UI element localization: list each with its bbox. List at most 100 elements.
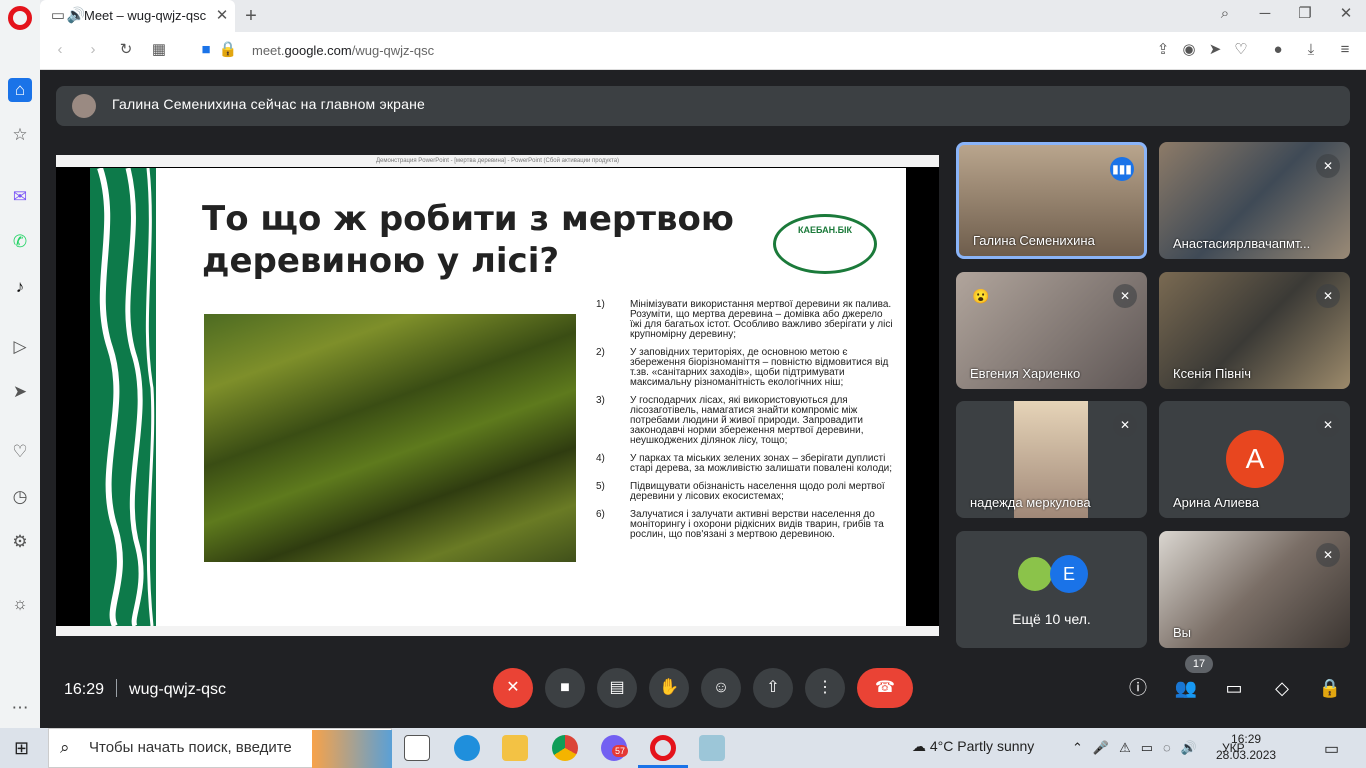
more-participants-tile[interactable]: Е Ещё 10 чел. (956, 531, 1147, 648)
host-controls-button[interactable]: 🔒 (1316, 674, 1344, 702)
more-participants-label: Ещё 10 чел. (1012, 611, 1091, 627)
list-item: 2) У заповідних територіях, де основною м… (596, 348, 896, 388)
mic-toggle-button[interactable]: ✕ (493, 668, 533, 708)
flow-send-icon[interactable]: ➤ (1205, 40, 1225, 60)
close-window-icon[interactable]: ✕ (1336, 4, 1356, 24)
minimize-icon[interactable]: ─ (1255, 4, 1275, 24)
back-icon[interactable]: ‹ (50, 40, 70, 60)
opera-taskbar-icon[interactable] (650, 735, 676, 761)
self-view-tile[interactable]: ✕ Вы (1159, 531, 1350, 648)
list-number: 6) (596, 509, 605, 520)
lock-icon[interactable]: 🔒 (218, 40, 238, 60)
bookmark-heart-icon[interactable]: ♡ (1231, 40, 1251, 60)
windows-start-icon[interactable]: ⊞ (14, 738, 29, 759)
url-prefix: meet. (252, 43, 285, 58)
star-icon[interactable]: ☆ (8, 123, 32, 147)
people-button[interactable]: 👥 (1172, 674, 1200, 702)
participant-name: Ксенія Північ (1173, 366, 1251, 381)
snapshot-icon[interactable]: ◉ (1179, 40, 1199, 60)
list-number: 1) (596, 299, 605, 310)
meeting-details-button[interactable]: ⓘ (1124, 674, 1152, 702)
home-icon[interactable]: ⌂ (8, 78, 32, 102)
participant-tile[interactable]: А ✕ Арина Алиева (1159, 401, 1350, 518)
profile-icon[interactable]: ● (1268, 40, 1288, 60)
task-view-icon[interactable] (404, 735, 430, 761)
edge-icon[interactable] (454, 735, 480, 761)
restore-icon[interactable]: ❐ (1295, 4, 1315, 24)
participant-tile[interactable]: ✕ Анастасияpлвачапмт... (1159, 142, 1350, 259)
camera-icon: ■ (560, 679, 570, 696)
search-highlight-image (312, 730, 392, 768)
heart-icon[interactable]: ♡ (8, 440, 32, 464)
app-taskbar-icon[interactable] (699, 735, 725, 761)
camera-toggle-button[interactable]: ■ (545, 668, 585, 708)
tabs-grid-icon[interactable]: ▦ (149, 40, 169, 60)
participant-name: надежда меркулова (970, 495, 1091, 510)
tray-icons[interactable]: ⌃🎤⚠▭◌🔊 (1072, 740, 1207, 756)
list-item: 4) У парках та міських зелених зонах – зб… (596, 454, 896, 474)
reload-icon[interactable]: ↻ (116, 40, 136, 60)
raise-hand-button[interactable]: ✋ (649, 668, 689, 708)
participant-tile[interactable]: ▮▮▮ Галина Семенихина (956, 142, 1147, 259)
list-text: У заповідних територіях, де основною мет… (630, 347, 889, 388)
participant-tile[interactable]: ✕ Ксенія Північ (1159, 272, 1350, 389)
people-count-badge: 17 (1185, 655, 1213, 673)
history-icon[interactable]: ◷ (8, 485, 32, 509)
search-placeholder: Чтобы начать поиск, введите (89, 739, 292, 756)
notification-icon[interactable]: ▭ (1324, 739, 1339, 759)
list-text: У парках та міських зелених зонах – збер… (630, 453, 893, 474)
more-icon[interactable]: ⋯ (8, 696, 32, 720)
new-tab-icon[interactable]: + (241, 6, 261, 26)
forward-icon[interactable]: › (83, 40, 103, 60)
meeting-code: wug-qwjz-qsc (129, 681, 226, 698)
whatsapp-icon[interactable]: ✆ (8, 230, 32, 254)
slide-decoration (90, 168, 156, 626)
url-domain: google.com (284, 43, 352, 58)
weather-widget[interactable]: ☁ 4°C Partly sunny (912, 738, 1034, 755)
list-number: 2) (596, 347, 605, 358)
camera-indicator-icon[interactable]: ■ (196, 40, 216, 60)
participant-tile[interactable]: 😮 ✕ Евгения Хариенко (956, 272, 1147, 389)
url-path: /wug-qwjz-qsc (351, 43, 435, 58)
download-icon[interactable]: ⤓ (1301, 40, 1321, 60)
taskbar-clock[interactable]: 16:29 28.03.2023 (1216, 731, 1276, 763)
search-icon[interactable]: ⌕ (1215, 4, 1235, 24)
close-tab-icon[interactable]: ✕ (212, 6, 232, 26)
file-explorer-icon[interactable] (502, 735, 528, 761)
messenger-icon[interactable]: ✉ (8, 185, 32, 209)
participant-avatar: А (1226, 430, 1284, 488)
present-button[interactable]: ⇧ (753, 668, 793, 708)
player-icon[interactable]: ▷ (8, 335, 32, 359)
clock-time: 16:29 (1231, 732, 1262, 746)
opera-logo-icon[interactable] (8, 6, 32, 30)
captions-icon: ▤ (609, 679, 625, 696)
list-item: 1) Мінімізувати використання мертвої дере… (596, 300, 896, 340)
easy-setup-icon[interactable]: ≡ (1335, 40, 1355, 60)
tab-bar (40, 0, 1366, 32)
lightbulb-icon[interactable]: ☼ (8, 592, 32, 616)
tiktok-icon[interactable]: ♪ (8, 275, 32, 299)
settings-icon[interactable]: ⚙ (8, 530, 32, 554)
participant-name: Вы (1173, 625, 1192, 640)
captions-button[interactable]: ▤ (597, 668, 637, 708)
leave-call-button[interactable]: ☎ (857, 668, 913, 708)
send-icon[interactable]: ➤ (8, 380, 32, 404)
chat-button[interactable]: ▭ (1220, 674, 1248, 702)
share-icon[interactable]: ⇪ (1153, 40, 1173, 60)
weather-text: 4°C Partly sunny (929, 738, 1035, 754)
hangup-icon: ☎ (875, 679, 895, 696)
more-options-button[interactable]: ⋮ (805, 668, 845, 708)
url-text[interactable]: meet.google.com/wug-qwjz-qsc (252, 43, 434, 58)
hand-icon: ✋ (659, 679, 679, 696)
participant-name: Евгения Хариенко (970, 366, 1081, 381)
list-text: Мінімізувати використання мертвої дереви… (630, 299, 893, 340)
participant-tile[interactable]: ✕ надежда меркулова (956, 401, 1147, 518)
tab-title: Meet – wug-qwjz-qsc (84, 8, 207, 23)
ppt-window-title: Демонстрация PowerPoint - [мертва дереви… (56, 155, 939, 167)
chrome-icon[interactable] (552, 735, 578, 761)
speaker-icon[interactable]: 🔊 (66, 6, 86, 26)
mic-off-icon: ✕ (1316, 413, 1340, 437)
activities-button[interactable]: ◇ (1268, 674, 1296, 702)
reactions-button[interactable]: ☺ (701, 668, 741, 708)
list-text: У господарчих лісах, які використовуютьс… (630, 395, 864, 446)
